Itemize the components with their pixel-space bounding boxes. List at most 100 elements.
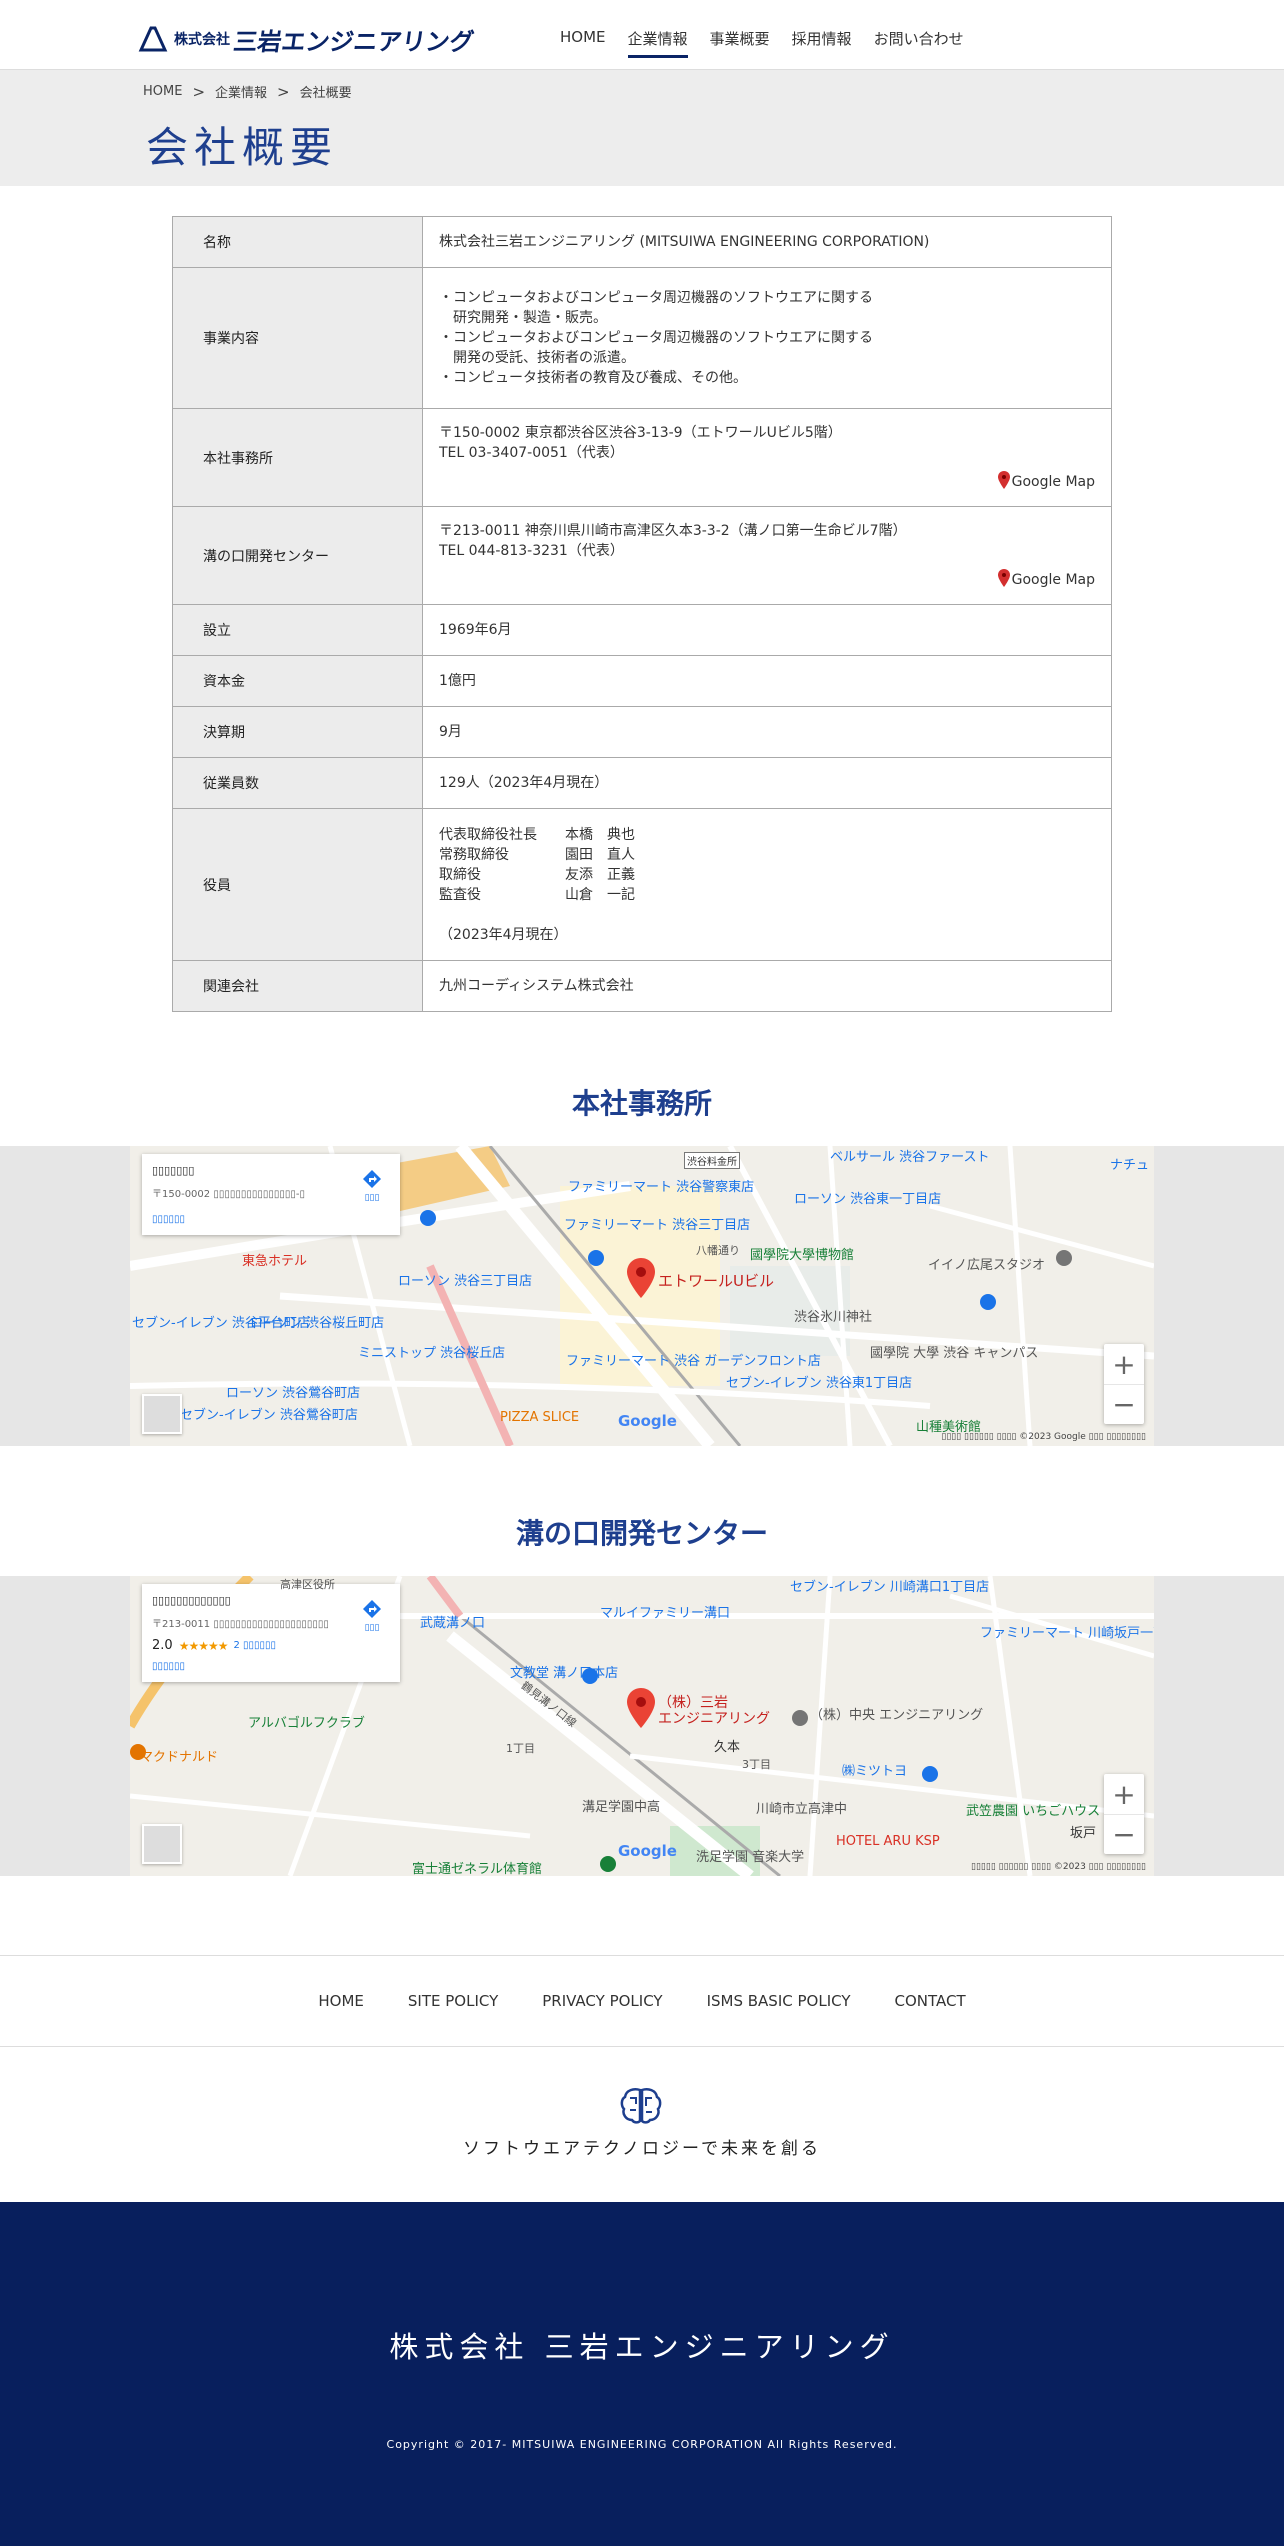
brain-emblem-icon (620, 2088, 662, 2124)
row-value: 9月 (422, 706, 1112, 758)
location-pin-icon[interactable] (627, 1688, 655, 1728)
officer-name: 山倉 一記 (565, 886, 635, 903)
officer-role: 常務取締役 (439, 846, 509, 863)
google-map-link[interactable]: Google Map (439, 471, 1095, 492)
map-poi-label: ローソン 渋谷三丁目店 (398, 1274, 533, 1289)
footer-link-isms-policy[interactable]: ISMS BASIC POLICY (707, 1992, 851, 2010)
reviews-link[interactable]: 2 ▯▯▯▯▯▯ (233, 1640, 276, 1651)
map-directions-button[interactable]: ▯▯▯ (358, 1598, 386, 1633)
map-poi-label: セブン-イレブン 渋谷鶯谷町店 (180, 1408, 358, 1423)
zoom-in-button[interactable]: + (1104, 1344, 1144, 1384)
row-value: ・コンピュータおよびコンピュータ周辺機器のソフトウエアに関する 研究開発・製造・… (422, 267, 1112, 409)
row-value: 1億円 (422, 655, 1112, 707)
map-poi-label: HOTEL ARU KSP (836, 1834, 940, 1849)
row-label: 役員 (172, 808, 423, 961)
table-row: 決算期 9月 (172, 706, 1112, 758)
map-poi-label: 東急ホテル (242, 1254, 308, 1269)
officer-entry: 監査役 山倉 一記 (439, 885, 1095, 905)
map-directions-button[interactable]: ▯▯▯ (358, 1168, 386, 1203)
breadcrumb-home[interactable]: HOME (143, 84, 182, 99)
officer-entry: 常務取締役 園田 直人 (439, 845, 1095, 865)
map-poi-label: アルバゴルフクラブ (248, 1716, 365, 1731)
rating-value: 2.0 (152, 1638, 173, 1653)
hq-zoom-control: + − (1104, 1344, 1144, 1424)
map-poi-label: セブン-イレブン 渋谷平台町店 (132, 1316, 310, 1331)
row-label: 名称 (172, 216, 423, 268)
breadcrumb-separator-icon: > (277, 82, 290, 101)
zoom-in-button[interactable]: + (1104, 1774, 1144, 1814)
business-line: ・コンピュータ技術者の教育及び養成、その他。 (439, 370, 747, 386)
map-poi-icon (582, 1668, 598, 1684)
company-info-table: 名称 株式会社三岩エンジニアリング (MITSUIWA ENGINEERING … (172, 216, 1112, 1012)
map-poi-label: 富士通ゼネラル体育館 (412, 1862, 543, 1876)
mizonokuchi-section-title: 溝の口開発センター (515, 1517, 768, 1550)
breadcrumb: HOME > 企業情報 > 会社概要 (143, 82, 352, 102)
zoom-out-button[interactable]: − (1104, 1384, 1144, 1424)
footer-link-privacy-policy[interactable]: PRIVACY POLICY (542, 1992, 662, 2010)
phone-line: TEL 044-813-3231（代表） (439, 543, 624, 559)
map-type-toggle[interactable] (142, 1394, 182, 1434)
map-poi-label: ミニストップ 渋谷桜丘店 (358, 1346, 506, 1361)
map-card-larger-map-link[interactable]: ▯▯▯▯▯▯ (152, 1661, 390, 1672)
map-card-larger-map-link[interactable]: ▯▯▯▯▯▯ (152, 1214, 390, 1225)
map-poi-label: ファミリーマート 渋谷 ガーデンフロント店 (566, 1354, 821, 1369)
mizonokuchi-pin-label: エンジニアリング (658, 1711, 770, 1727)
zoom-out-button[interactable]: − (1104, 1814, 1144, 1854)
business-line: ・コンピュータおよびコンピュータ周辺機器のソフトウエアに関する (439, 290, 873, 306)
map-poi-icon (130, 1744, 146, 1760)
google-map-label: Google Map (1011, 572, 1095, 588)
footer-dark-band: 株式会社 三岩エンジニアリング Copyright © 2017- MITSUI… (0, 2202, 1284, 2546)
row-label: 本社事務所 (172, 408, 423, 507)
phone-line: TEL 03-3407-0051（代表） (439, 445, 624, 461)
business-line: 開発の受託、技術者の派遣。 (439, 350, 635, 366)
map-poi-label: 高津区役所 (280, 1578, 335, 1591)
footer-link-contact[interactable]: CONTACT (895, 1992, 966, 2010)
footer-link-home[interactable]: HOME (318, 1992, 364, 2010)
location-pin-icon[interactable] (627, 1258, 655, 1298)
row-label: 設立 (172, 604, 423, 656)
table-row: 従業員数 129人（2023年4月現在） (172, 757, 1112, 809)
map-poi-label: ファミリーマート 川崎坂戸一丁目店 (980, 1626, 1154, 1641)
site-header: 株式会社 三岩エンジニアリング HOME 企業情報 事業概要 採用情報 お問い合… (0, 0, 1284, 70)
map-type-toggle[interactable] (142, 1824, 182, 1864)
hq-map[interactable]: ▯▯▯▯▯▯▯ 〒150-0002 ▯▯▯▯▯▯▯▯▯▯▯▯▯▯▯-▯ ▯▯▯▯… (130, 1146, 1154, 1446)
row-label: 事業内容 (172, 267, 423, 409)
map-poi-label: 溝足学園中高 (582, 1800, 661, 1815)
map-poi-label: 國學院 大學 渋谷 キャンパス (870, 1346, 1039, 1361)
google-map-label: Google Map (1011, 474, 1095, 490)
address-line: 〒213-0011 神奈川県川崎市高津区久本3-3-2（溝ノ口第一生命ビル7階） (439, 523, 907, 539)
officer-name: 本橋 典也 (565, 826, 635, 843)
row-label: 従業員数 (172, 757, 423, 809)
row-label: 溝の口開発センター (172, 506, 423, 605)
table-row: 事業内容 ・コンピュータおよびコンピュータ周辺機器のソフトウエアに関する 研究開… (172, 267, 1112, 409)
google-map-link[interactable]: Google Map (439, 569, 1095, 590)
business-line: 研究開発・製造・販売。 (439, 310, 607, 326)
directions-icon (363, 1600, 381, 1618)
nav-company[interactable]: 企業情報 (627, 28, 688, 58)
footer-link-site-policy[interactable]: SITE POLICY (408, 1992, 498, 2010)
table-row: 役員 代表取締役社長 本橋 典也 常務取締役 園田 直人 取締役 友添 正義 監査役 山… (172, 808, 1112, 961)
map-area-label: 1丁目 (506, 1742, 535, 1755)
nav-business[interactable]: 事業概要 (710, 28, 770, 58)
row-value: 代表取締役社長 本橋 典也 常務取締役 園田 直人 取締役 友添 正義 監査役 山倉 一… (422, 808, 1112, 961)
nav-home[interactable]: HOME (560, 28, 606, 58)
nav-recruit[interactable]: 採用情報 (792, 28, 852, 58)
hq-map-section: ▯▯▯▯▯▯▯ 〒150-0002 ▯▯▯▯▯▯▯▯▯▯▯▯▯▯▯-▯ ▯▯▯▯… (0, 1146, 1284, 1446)
map-poi-label: ベルサール 渋谷ファースト (830, 1150, 990, 1165)
map-poi-label: セブン-イレブン 川崎溝口1丁目店 (790, 1580, 990, 1595)
hq-map-info-card: ▯▯▯▯▯▯▯ 〒150-0002 ▯▯▯▯▯▯▯▯▯▯▯▯▯▯▯-▯ ▯▯▯▯… (142, 1154, 400, 1235)
row-value: 〒150-0002 東京都渋谷区渋谷3-13-9（エトワールUビル5階） TEL… (422, 408, 1112, 507)
row-label: 資本金 (172, 655, 423, 707)
nav-contact[interactable]: お問い合わせ (874, 28, 964, 58)
map-poi-label: セブン-イレブン 渋谷東1丁目店 (726, 1376, 913, 1391)
officer-entry: 取締役 友添 正義 (439, 865, 1095, 885)
logo-small-text: 株式会社 (174, 32, 230, 48)
main-nav: HOME 企業情報 事業概要 採用情報 お問い合わせ (560, 28, 964, 58)
breadcrumb-company[interactable]: 企業情報 (215, 82, 267, 101)
map-poi-icon (980, 1294, 996, 1310)
mizonokuchi-map[interactable]: ▯▯▯▯▯▯▯▯▯▯▯▯▯ 〒213-0011 ▯▯▯▯▯▯▯▯▯▯▯▯▯▯▯▯… (130, 1576, 1154, 1876)
company-logo[interactable]: 株式会社 三岩エンジニアリング (138, 26, 476, 56)
officer-role: 取締役 (439, 866, 481, 883)
map-poi-icon (420, 1210, 436, 1226)
footer-tagline: ソフトウエアテクノロジーで未来を創る (463, 2139, 821, 2159)
